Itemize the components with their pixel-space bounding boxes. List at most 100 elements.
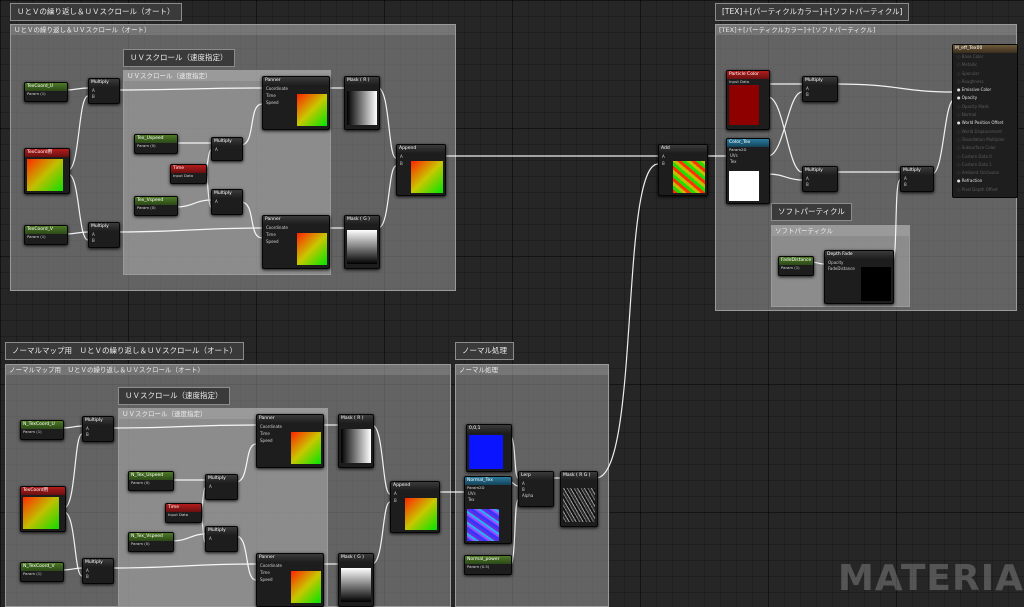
pin-a[interactable]: A	[212, 146, 242, 153]
lerp-node[interactable]: Lerp A B Alpha	[518, 471, 554, 507]
result-pin[interactable]: ● Refraction	[953, 177, 1017, 185]
pin-a[interactable]: A	[206, 535, 237, 542]
mask-rg-node[interactable]: Mask ( R G )	[560, 471, 598, 527]
panner-node[interactable]: Panner Coordinate Time Speed	[262, 76, 330, 130]
n-tex-uspeed-param-node[interactable]: N_Tex_Uspeed Param (0)	[128, 471, 174, 491]
multiply-node[interactable]: Multiply A	[211, 189, 243, 215]
n-tex-vspeed-param-node[interactable]: N_Tex_Vspeed Param (0)	[128, 532, 174, 552]
texcoord-u-param-node[interactable]: TexCoord_U Param (1)	[24, 82, 68, 102]
result-pin[interactable]: ○ Ambient Occlusion	[953, 169, 1017, 177]
pin-a[interactable]: A	[89, 87, 119, 94]
pin-b[interactable]: B	[89, 94, 119, 99]
n-texcoord-v-param-node[interactable]: N_TexCoord_V Param (1)	[20, 562, 64, 582]
mask-g-node[interactable]: Mask ( G )	[344, 215, 380, 269]
node-title: N_Tex_Vspeed	[129, 533, 173, 541]
pin-b[interactable]: B	[803, 92, 837, 97]
mask-r-node[interactable]: Mask ( R )	[344, 76, 380, 130]
pin-coordinate[interactable]: Coordinate	[263, 224, 329, 231]
normal-tex-node[interactable]: Normal_Tex Param2D UVs Tex	[464, 476, 512, 544]
particle-color-node[interactable]: Particle Color Input Data	[726, 70, 770, 130]
mask-r-node[interactable]: Mask ( R )	[338, 414, 374, 468]
pin-tex[interactable]: Tex	[465, 497, 511, 502]
pin-b[interactable]: B	[83, 432, 113, 437]
result-pin[interactable]: ○ Base Color	[953, 53, 1017, 61]
pin-a[interactable]: A	[206, 483, 237, 490]
pin-b[interactable]: B	[83, 574, 113, 579]
multiply-node[interactable]: Multiply A B	[900, 166, 934, 192]
wire	[171, 533, 206, 542]
pin-coordinate[interactable]: Coordinate	[257, 562, 323, 569]
pin-opacity[interactable]: Opacity	[825, 259, 893, 266]
pin-a[interactable]: A	[803, 175, 837, 182]
add-node[interactable]: Add A B	[658, 144, 708, 196]
pin-a[interactable]: A	[83, 425, 113, 432]
texcoord-sample-node[interactable]: TexCoord用	[24, 148, 70, 194]
pin-coordinate[interactable]: Coordinate	[257, 423, 323, 430]
multiply-node[interactable]: Multiply A	[205, 526, 238, 552]
result-pin[interactable]: ○ Metallic	[953, 61, 1017, 69]
result-pin[interactable]: ○ Roughness	[953, 78, 1017, 86]
pin-a[interactable]: A	[83, 567, 113, 574]
pin-a[interactable]: A	[397, 153, 445, 160]
result-pin[interactable]: ● Emissive Color	[953, 86, 1017, 94]
time-input-node[interactable]: Time Input Data	[165, 503, 202, 523]
result-pin[interactable]: ● World Position Offset	[953, 119, 1017, 127]
node-title: Mask ( G )	[345, 216, 379, 224]
n-texcoord-u-param-node[interactable]: N_TexCoord_U Param (1)	[20, 420, 64, 440]
result-pin[interactable]: ○ World Displacement	[953, 128, 1017, 136]
pin-alpha[interactable]: Alpha	[519, 492, 553, 499]
pin-a[interactable]: A	[212, 198, 242, 205]
pin-uvs[interactable]: UVs	[727, 152, 769, 159]
result-pin[interactable]: ○ Normal	[953, 111, 1017, 119]
mask-g-node[interactable]: Mask ( G )	[338, 553, 374, 607]
gradient-preview	[291, 432, 321, 464]
pin-b[interactable]: B	[89, 238, 119, 243]
node-title: Multiply	[803, 77, 837, 85]
pin-a[interactable]: A	[659, 153, 707, 160]
panner-node[interactable]: Panner Coordinate Time Speed	[256, 414, 324, 468]
multiply-node[interactable]: Multiply A	[205, 474, 238, 500]
pin-a[interactable]: A	[89, 231, 119, 238]
append-node[interactable]: Append A B	[390, 481, 440, 533]
result-pin[interactable]: ○ Subsurface Color	[953, 144, 1017, 152]
texcoord-v-param-node[interactable]: TexCoord_V Param (1)	[24, 225, 68, 245]
multiply-node[interactable]: Multiply A	[211, 137, 243, 161]
color-tex-node[interactable]: Color_Tex Param2D UVs Tex	[726, 138, 770, 204]
constant3-node[interactable]: 0,0,1	[466, 424, 512, 472]
pin-a[interactable]: A	[519, 480, 553, 487]
depth-fade-node[interactable]: Depth Fade Opacity FadeDistance	[824, 250, 894, 304]
fade-distance-param-node[interactable]: FadeDistance Param (1)	[778, 256, 814, 276]
multiply-node[interactable]: Multiply A B	[88, 78, 120, 104]
node-title: N_Tex_Uspeed	[129, 472, 173, 480]
material-result-node[interactable]: M_eff_Tex00 ○ Base Color ○ Metallic ○ Spec…	[952, 44, 1018, 198]
multiply-node[interactable]: Multiply A B	[802, 166, 838, 192]
panner-node[interactable]: Panner Coordinate Time Speed	[262, 215, 330, 269]
result-pin[interactable]: ○ Custom Data 0	[953, 153, 1017, 161]
pin-a[interactable]: A	[901, 175, 933, 182]
result-pin[interactable]: ● Opacity	[953, 94, 1017, 102]
append-node[interactable]: Append A B	[396, 144, 446, 196]
multiply-node[interactable]: Multiply A B	[82, 558, 114, 584]
result-pin[interactable]: ○ Pixel Depth Offset	[953, 186, 1017, 194]
result-pin[interactable]: ○ Specular	[953, 70, 1017, 78]
multiply-node[interactable]: Multiply A B	[88, 222, 120, 248]
tex-vspeed-param-node[interactable]: Tex_Vspeed Param (0)	[134, 196, 178, 216]
pin-uvs[interactable]: UVs	[465, 490, 511, 497]
multiply-node[interactable]: Multiply A B	[802, 76, 838, 102]
node-subtitle: Param (1)	[23, 429, 42, 434]
result-pin[interactable]: ○ Tessellation Multiplier	[953, 136, 1017, 144]
panner-node[interactable]: Panner Coordinate Time Speed	[256, 553, 324, 607]
time-input-node[interactable]: Time Input Data	[170, 164, 207, 184]
pin-a[interactable]: A	[391, 490, 439, 497]
pin-b[interactable]: B	[803, 182, 837, 187]
multiply-node[interactable]: Multiply A B	[82, 416, 114, 442]
pin-coordinate[interactable]: Coordinate	[263, 85, 329, 92]
pin-a[interactable]: A	[803, 85, 837, 92]
result-pin[interactable]: ○ Opacity Mask	[953, 103, 1017, 111]
normal-power-param-node[interactable]: Normal_power Param (0.5)	[464, 555, 512, 575]
texcoord-sample-node[interactable]: TexCoord用	[20, 486, 66, 532]
tex-uspeed-param-node[interactable]: Tex_Uspeed Param (0)	[134, 134, 178, 154]
result-pin[interactable]: ○ Custom Data 1	[953, 161, 1017, 169]
pin-b[interactable]: B	[901, 182, 933, 187]
pin-tex[interactable]: Tex	[727, 159, 769, 164]
